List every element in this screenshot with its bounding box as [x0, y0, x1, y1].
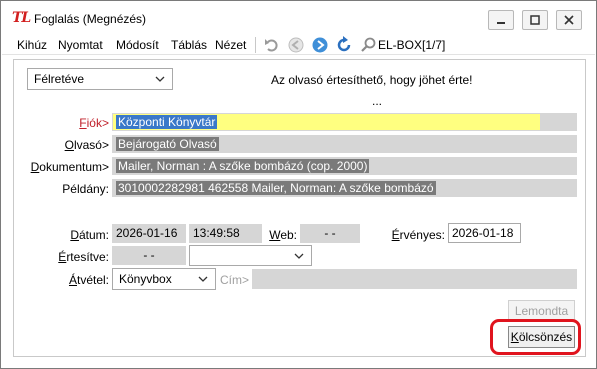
main-panel: [13, 59, 586, 357]
cim-field[interactable]: [252, 269, 577, 289]
ervenyes-field[interactable]: 2026-01-18: [448, 223, 521, 243]
close-button[interactable]: [556, 10, 582, 30]
menu-kihuz[interactable]: Kihúz: [17, 38, 47, 52]
toolbar-separator: [255, 37, 256, 53]
search-position-label: EL-BOX[1/7]: [378, 38, 446, 52]
fiok-label[interactable]: Fiók>: [21, 116, 109, 130]
web-field[interactable]: - -: [300, 224, 360, 243]
olvaso-field[interactable]: Bejárogató Olvasó: [112, 135, 577, 153]
peldany-value: 3010002282981 462558 Mailer, Norman: A s…: [116, 181, 436, 195]
window-title: Foglalás (Megnézés): [34, 12, 147, 26]
atvetel-select-value: Könyvbox: [119, 272, 172, 286]
back-icon[interactable]: [287, 36, 305, 54]
refresh-icon[interactable]: [335, 36, 353, 54]
reservation-window: TL Foglalás (Megnézés) Kihúz Nyomtat Mód…: [0, 0, 597, 369]
undo-icon[interactable]: [263, 36, 281, 54]
dokumentum-value: Mailer, Norman : A szőke bombázó (cop. 2…: [116, 159, 370, 173]
fiok-field[interactable]: Központi Könyvtár: [112, 113, 577, 131]
ertesitve-select[interactable]: [189, 245, 312, 266]
highlight-annotation: [490, 319, 581, 355]
status-message-ellipsis: ...: [372, 94, 383, 108]
forward-icon[interactable]: [311, 36, 329, 54]
maximize-icon: [530, 15, 540, 25]
peldany-label: Példány:: [62, 182, 109, 196]
dokumentum-label[interactable]: Dokumentum>: [21, 160, 109, 174]
time-field[interactable]: 13:49:58: [189, 224, 262, 243]
fiok-value: Központi Könyvtár: [116, 115, 218, 129]
cim-label: Cím>: [219, 273, 249, 287]
ervenyes-label: Érvényes:: [391, 228, 445, 242]
status-select[interactable]: Félretéve: [27, 68, 173, 90]
atvetel-label: Átvétel:: [68, 273, 109, 287]
dokumentum-field[interactable]: Mailer, Norman : A szőke bombázó (cop. 2…: [112, 157, 577, 175]
app-logo: TL: [12, 10, 31, 26]
atvetel-select[interactable]: Könyvbox: [112, 268, 216, 290]
title-bar[interactable]: TL Foglalás (Megnézés): [2, 2, 595, 33]
ertesitve-field[interactable]: - -: [112, 246, 186, 265]
olvaso-label[interactable]: Olvasó>: [21, 138, 109, 152]
chevron-down-icon: [294, 253, 304, 259]
menu-modosit[interactable]: Módosít: [116, 38, 159, 52]
chevron-down-icon: [198, 276, 208, 282]
ertesitve-label: Értesítve:: [58, 250, 109, 264]
close-icon: [564, 15, 574, 25]
olvaso-value: Bejárogató Olvasó: [116, 137, 219, 151]
menu-nyomtat[interactable]: Nyomtat: [58, 38, 103, 52]
status-select-value: Félretéve: [34, 72, 85, 86]
chevron-down-icon: [155, 76, 165, 82]
peldany-field[interactable]: 3010002282981 462558 Mailer, Norman: A s…: [112, 179, 577, 197]
datum-label: Dátum:: [70, 228, 109, 242]
menu-tablas[interactable]: Táblás: [171, 38, 207, 52]
minimize-button[interactable]: [488, 10, 514, 30]
minimize-icon: [497, 22, 505, 24]
menu-nezet[interactable]: Nézet: [215, 38, 246, 52]
datum-field[interactable]: 2026-01-16: [112, 224, 186, 243]
web-label: Web:: [269, 228, 297, 242]
search-icon[interactable]: [359, 36, 377, 54]
maximize-button[interactable]: [522, 10, 548, 30]
status-message: Az olvasó értesíthető, hogy jöhet érte!: [271, 73, 473, 87]
